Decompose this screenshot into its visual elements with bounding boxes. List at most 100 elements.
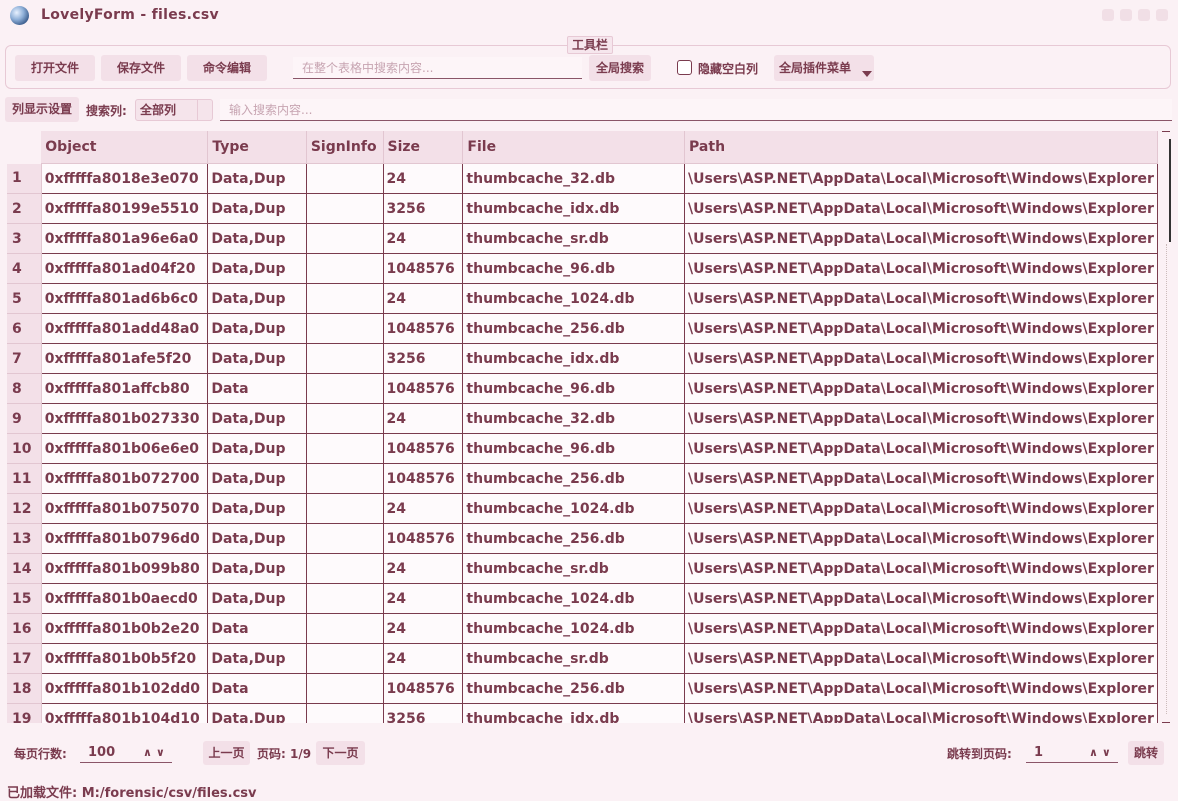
table-row[interactable]: 3 0xfffffa801a96e6a0 Data,Dup 24 thumbcache_… [7,223,1158,254]
scrollbar-thumb[interactable] [1161,139,1171,242]
signinfo-cell[interactable] [306,583,384,614]
type-cell[interactable]: Data,Dup [207,223,307,254]
signinfo-cell[interactable] [306,493,384,524]
next-page-button[interactable]: 下一页 [316,741,365,765]
file-cell[interactable]: thumbcache_256.db [462,523,686,554]
column-header-file[interactable]: File [462,131,686,164]
path-cell[interactable]: \Users\ASP.NET\AppData\Local\Microsoft\W… [684,493,1158,524]
size-cell[interactable]: 1048576 [383,313,464,344]
path-cell[interactable]: \Users\ASP.NET\AppData\Local\Microsoft\W… [684,163,1158,194]
row-number[interactable]: 9 [7,403,42,434]
path-cell[interactable]: \Users\ASP.NET\AppData\Local\Microsoft\W… [684,583,1158,614]
table-row[interactable]: 14 0xfffffa801b099b80 Data,Dup 24 thumbcache… [7,553,1158,584]
object-cell[interactable]: 0xfffffa801b0796d0 [41,523,209,554]
table-row[interactable]: 11 0xfffffa801b072700 Data,Dup 1048576 thumb… [7,463,1158,494]
file-cell[interactable]: thumbcache_1024.db [462,613,686,644]
column-header-signinfo[interactable]: SignInfo [306,131,384,164]
column-search-input[interactable]: 输入搜索内容... [220,99,1172,121]
table-row[interactable]: 12 0xfffffa801b075070 Data,Dup 24 thumbcache… [7,493,1158,524]
type-cell[interactable]: Data,Dup [207,643,307,674]
object-cell[interactable]: 0xfffffa801ad6b6c0 [41,283,209,314]
type-cell[interactable]: Data [207,613,307,644]
row-number[interactable]: 16 [7,613,42,644]
close-button[interactable] [1156,9,1168,21]
path-cell[interactable]: \Users\ASP.NET\AppData\Local\Microsoft\W… [684,523,1158,554]
signinfo-cell[interactable] [306,343,384,374]
column-header-type[interactable]: Type [207,131,307,164]
table-row[interactable]: 15 0xfffffa801b0aecd0 Data,Dup 24 thumbcache… [7,583,1158,614]
spin-arrows-icon[interactable]: ∧∨ [1089,743,1115,763]
global-search-button[interactable]: 全局搜索 [589,55,651,81]
object-cell[interactable]: 0xfffffa801b0b5f20 [41,643,209,674]
object-cell[interactable]: 0xfffffa801b027330 [41,403,209,434]
size-cell[interactable]: 1048576 [383,523,464,554]
row-number[interactable]: 7 [7,343,42,374]
size-cell[interactable]: 1048576 [383,673,464,704]
file-cell[interactable]: thumbcache_256.db [462,673,686,704]
size-cell[interactable]: 1048576 [383,253,464,284]
corner-cell[interactable] [7,131,42,164]
object-cell[interactable]: 0xfffffa801b104d10 [41,703,209,723]
size-cell[interactable]: 1048576 [383,433,464,464]
row-number[interactable]: 19 [7,703,42,723]
table-row[interactable]: 8 0xfffffa801affcb80 Data 1048576 thumbcache… [7,373,1158,404]
table-row[interactable]: 17 0xfffffa801b0b5f20 Data,Dup 24 thumbcache… [7,643,1158,674]
path-cell[interactable]: \Users\ASP.NET\AppData\Local\Microsoft\W… [684,553,1158,584]
size-cell[interactable]: 1048576 [383,373,464,404]
object-cell[interactable]: 0xfffffa801b0aecd0 [41,583,209,614]
signinfo-cell[interactable] [306,313,384,344]
object-cell[interactable]: 0xfffffa801ad04f20 [41,253,209,284]
row-number[interactable]: 15 [7,583,42,614]
path-cell[interactable]: \Users\ASP.NET\AppData\Local\Microsoft\W… [684,313,1158,344]
signinfo-cell[interactable] [306,643,384,674]
type-cell[interactable]: Data,Dup [207,553,307,584]
signinfo-cell[interactable] [306,223,384,254]
file-cell[interactable]: thumbcache_1024.db [462,493,686,524]
path-cell[interactable]: \Users\ASP.NET\AppData\Local\Microsoft\W… [684,673,1158,704]
path-cell[interactable]: \Users\ASP.NET\AppData\Local\Microsoft\W… [684,193,1158,224]
object-cell[interactable]: 0xfffffa801b075070 [41,493,209,524]
column-header-size[interactable]: Size [383,131,464,164]
size-cell[interactable]: 24 [383,403,464,434]
object-cell[interactable]: 0xfffffa801a96e6a0 [41,223,209,254]
file-cell[interactable]: thumbcache_sr.db [462,223,686,254]
row-number[interactable]: 14 [7,553,42,584]
object-cell[interactable]: 0xfffffa801b06e6e0 [41,433,209,464]
type-cell[interactable]: Data,Dup [207,703,307,723]
signinfo-cell[interactable] [306,703,384,723]
path-cell[interactable]: \Users\ASP.NET\AppData\Local\Microsoft\W… [684,343,1158,374]
scrollbar-track[interactable] [1166,244,1167,714]
spin-arrows-icon[interactable]: ∧∨ [143,743,169,763]
file-cell[interactable]: thumbcache_idx.db [462,193,686,224]
file-cell[interactable]: thumbcache_96.db [462,373,686,404]
row-number[interactable]: 12 [7,493,42,524]
size-cell[interactable]: 24 [383,553,464,584]
signinfo-cell[interactable] [306,553,384,584]
scroll-up-icon[interactable] [1162,131,1170,138]
size-cell[interactable]: 1048576 [383,463,464,494]
signinfo-cell[interactable] [306,373,384,404]
row-number[interactable]: 1 [7,163,42,194]
row-number[interactable]: 2 [7,193,42,224]
column-settings-button[interactable]: 列显示设置 [5,97,79,122]
type-cell[interactable]: Data,Dup [207,313,307,344]
size-cell[interactable]: 3256 [383,193,464,224]
signinfo-cell[interactable] [306,673,384,704]
path-cell[interactable]: \Users\ASP.NET\AppData\Local\Microsoft\W… [684,403,1158,434]
table-row[interactable]: 10 0xfffffa801b06e6e0 Data,Dup 1048576 thumb… [7,433,1158,464]
file-cell[interactable]: thumbcache_sr.db [462,643,686,674]
size-cell[interactable]: 24 [383,223,464,254]
path-cell[interactable]: \Users\ASP.NET\AppData\Local\Microsoft\W… [684,223,1158,254]
maximize-button[interactable] [1138,9,1150,21]
signinfo-cell[interactable] [306,253,384,284]
path-cell[interactable]: \Users\ASP.NET\AppData\Local\Microsoft\W… [684,373,1158,404]
signinfo-cell[interactable] [306,463,384,494]
file-cell[interactable]: thumbcache_256.db [462,463,686,494]
row-number[interactable]: 6 [7,313,42,344]
plugin-menu-button[interactable]: 全局插件菜单 [774,55,874,81]
path-cell[interactable]: \Users\ASP.NET\AppData\Local\Microsoft\W… [684,643,1158,674]
rows-per-page-spinner[interactable]: 100 ∧∨ [80,743,172,763]
row-number[interactable]: 17 [7,643,42,674]
object-cell[interactable]: 0xfffffa801b072700 [41,463,209,494]
row-number[interactable]: 3 [7,223,42,254]
